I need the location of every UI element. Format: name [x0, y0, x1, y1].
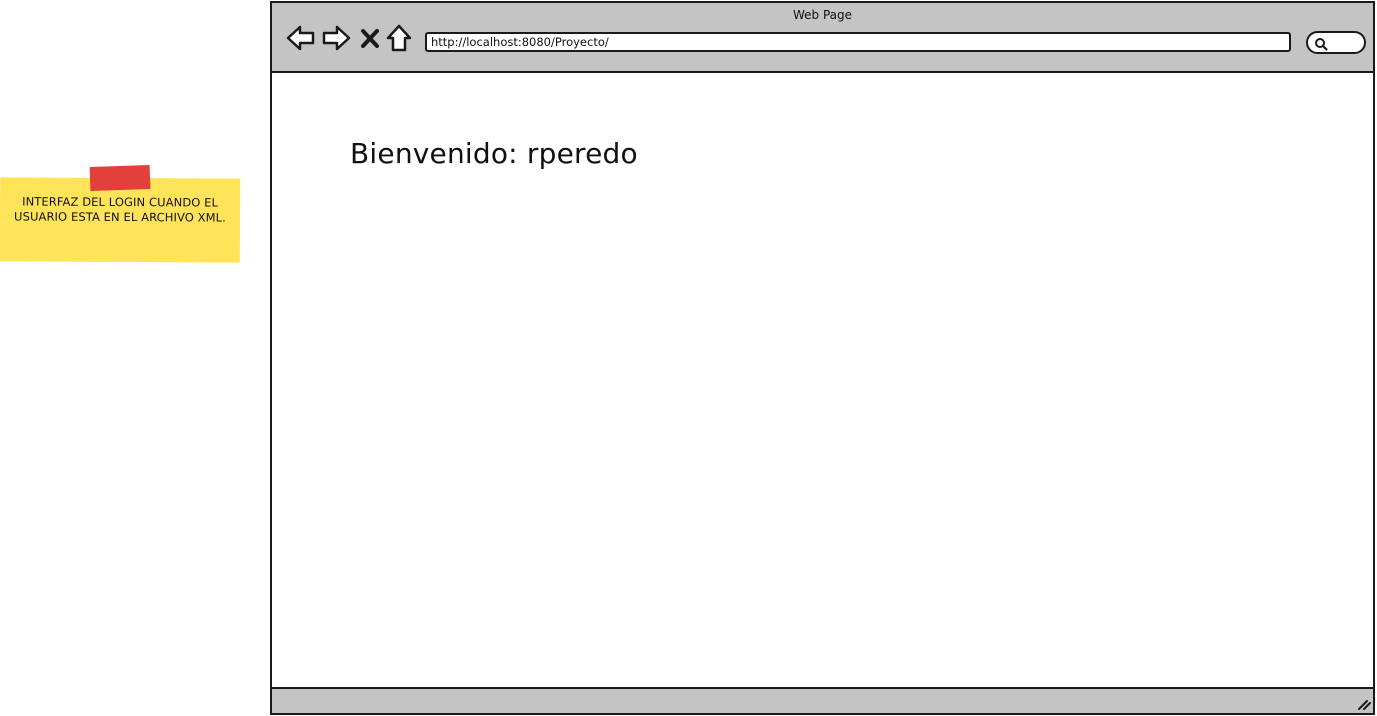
resize-handle-icon[interactable] [1355, 695, 1371, 711]
sticky-note-tape [89, 164, 151, 192]
close-icon[interactable] [358, 23, 382, 53]
browser-window: Web Page http://localhost:8080/Proyecto/ [270, 1, 1375, 715]
back-arrow-icon[interactable] [285, 23, 317, 53]
status-bar [272, 687, 1373, 713]
search-input[interactable] [1306, 31, 1366, 54]
browser-toolbar: Web Page http://localhost:8080/Proyecto/ [272, 3, 1373, 73]
window-title: Web Page [792, 8, 853, 22]
sticky-note-text: INTERFAZ DEL LOGIN CUANDO EL USUARIO EST… [14, 194, 226, 225]
welcome-message: Bienvenido: rperedo [350, 137, 638, 170]
address-bar[interactable]: http://localhost:8080/Proyecto/ [425, 32, 1291, 52]
home-icon[interactable] [385, 23, 413, 53]
search-icon [1314, 36, 1328, 51]
sticky-note: INTERFAZ DEL LOGIN CUANDO EL USUARIO EST… [0, 177, 241, 263]
forward-arrow-icon[interactable] [320, 23, 352, 53]
